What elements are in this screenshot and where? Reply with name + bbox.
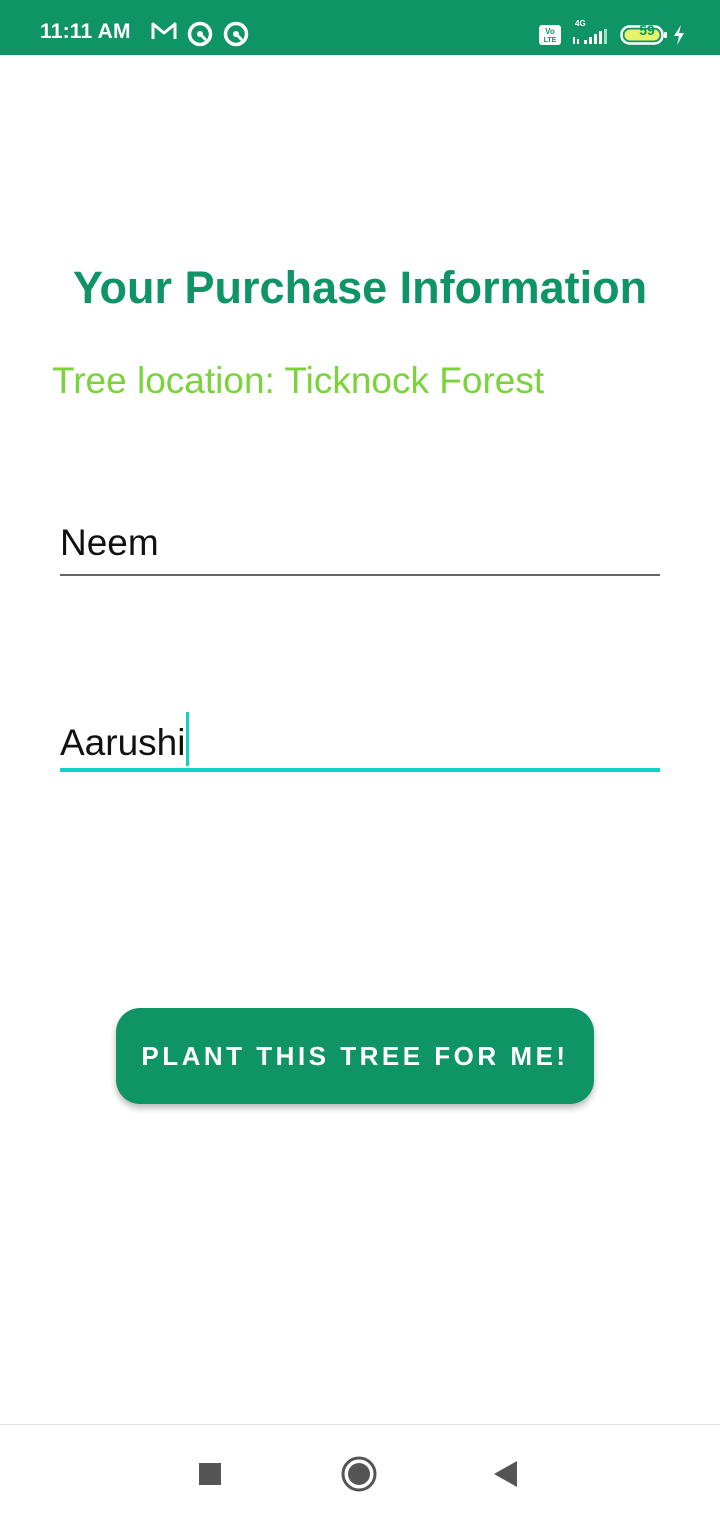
navigation-bar <box>0 1424 720 1521</box>
plant-tree-button[interactable]: PLANT THIS TREE FOR ME! <box>116 1008 594 1104</box>
vpn-icon <box>223 21 249 47</box>
recents-square-icon[interactable] <box>190 1455 230 1495</box>
back-triangle-icon[interactable] <box>486 1455 526 1495</box>
name-field[interactable]: Aarushi <box>60 712 660 772</box>
status-time: 11:11 AM <box>40 20 131 43</box>
page-title: Your Purchase Information <box>72 262 648 313</box>
tree-type-field[interactable]: Neem <box>60 522 660 576</box>
name-field-content: Aarushi <box>60 712 190 772</box>
text-cursor <box>186 712 190 766</box>
svg-text:Vo: Vo <box>545 27 555 36</box>
charging-icon <box>672 24 686 46</box>
svg-text:LTE: LTE <box>544 37 557 44</box>
status-bar: 11:11 AM Vo LTE 4G 59 <box>0 0 720 55</box>
battery-level: 59 <box>639 22 655 38</box>
tree-location-label: Tree location: Ticknock Forest <box>52 360 545 401</box>
gmail-icon <box>150 20 178 42</box>
home-circle-icon[interactable] <box>339 1455 379 1495</box>
vpn-icon <box>187 21 213 47</box>
tree-type-value: Neem <box>60 522 159 563</box>
network-type: 4G <box>575 19 586 28</box>
volte-icon: Vo LTE <box>538 24 562 46</box>
signal-icon <box>572 28 610 46</box>
name-value: Aarushi <box>60 721 186 763</box>
